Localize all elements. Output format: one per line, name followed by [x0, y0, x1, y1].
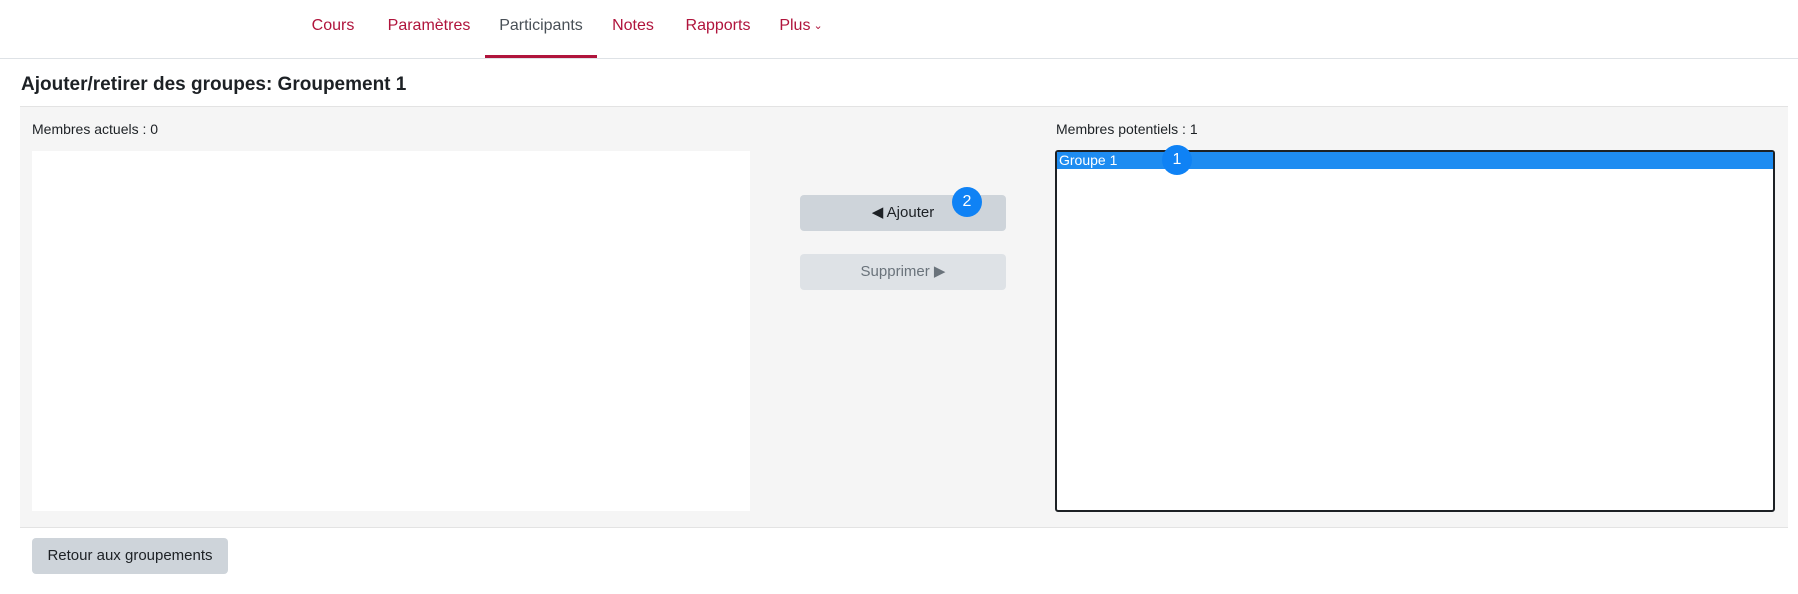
current-members-list[interactable]: [32, 151, 750, 511]
tab-cours[interactable]: Cours: [307, 0, 359, 58]
tab-plus[interactable]: Plus ⌄: [775, 0, 827, 58]
remove-button[interactable]: Supprimer ▶: [800, 254, 1006, 290]
secondary-navigation: Cours Paramètres Participants Notes Rapp…: [0, 0, 1798, 59]
tab-rapports[interactable]: Rapports: [679, 0, 757, 58]
back-to-groupings-button[interactable]: Retour aux groupements: [32, 538, 228, 574]
tab-parametres[interactable]: Paramètres: [383, 0, 475, 58]
potential-members-list[interactable]: Groupe 1: [1055, 150, 1775, 512]
tab-notes[interactable]: Notes: [607, 0, 659, 58]
annotation-marker-2: 2: [952, 187, 982, 217]
page-title: Ajouter/retirer des groupes: Groupement …: [21, 74, 407, 95]
chevron-down-icon: ⌄: [813, 20, 823, 32]
current-members-label: Membres actuels : 0: [32, 121, 159, 137]
potential-members-label: Membres potentiels : 1: [1056, 121, 1198, 137]
tab-participants[interactable]: Participants: [485, 0, 597, 58]
annotation-marker-1: 1: [1162, 145, 1192, 175]
tab-plus-label: Plus: [779, 17, 811, 34]
group-selector-panel: Membres actuels : 0 ◀ Ajouter 2 Supprime…: [20, 106, 1788, 528]
